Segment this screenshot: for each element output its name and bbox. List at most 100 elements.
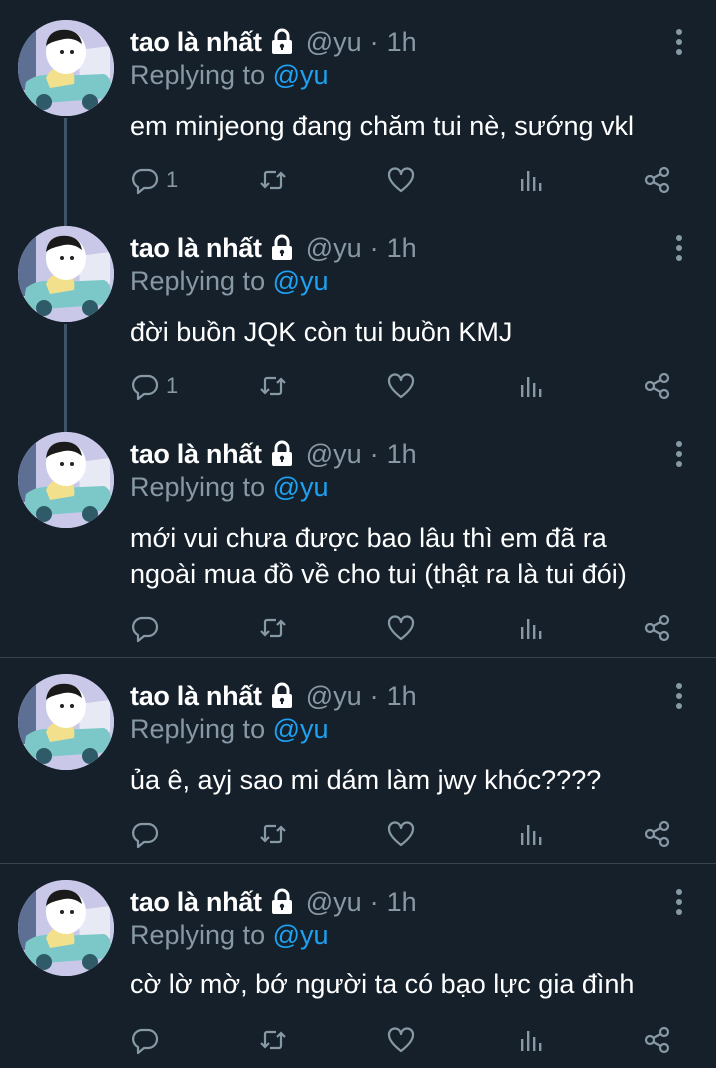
replying-to: Replying to @yu [130, 714, 329, 745]
share-button[interactable] [642, 370, 672, 402]
tweet-text: đời buồn JQK còn tui buồn KMJ [130, 317, 513, 347]
replying-to: Replying to @yu [130, 60, 329, 91]
separator: · [369, 438, 379, 469]
handle[interactable]: @yu [306, 27, 362, 58]
retweet-button[interactable] [258, 1024, 288, 1056]
reply-mention-link[interactable]: @yu [273, 60, 329, 90]
avatar[interactable] [18, 226, 114, 322]
share-button[interactable] [642, 612, 672, 644]
tweet-header: tao là nhất @yu · 1h [130, 678, 417, 714]
like-icon [386, 165, 416, 195]
tweet[interactable]: tao là nhất @yu · 1h Replying to @yu mới… [0, 412, 716, 657]
replying-label: Replying to [130, 920, 266, 950]
lock-icon [268, 440, 296, 468]
retweet-button[interactable] [258, 164, 288, 196]
more-vertical-icon[interactable] [668, 886, 690, 918]
share-icon [642, 165, 672, 195]
tweet[interactable]: tao là nhất @yu · 1h Replying to @yu ủa … [0, 658, 716, 863]
share-icon [642, 819, 672, 849]
retweet-button[interactable] [258, 818, 288, 850]
retweet-icon [258, 165, 288, 195]
retweet-button[interactable] [258, 370, 288, 402]
reply-button[interactable] [130, 818, 166, 850]
analytics-button[interactable] [516, 1024, 546, 1056]
like-button[interactable] [386, 612, 416, 644]
timestamp[interactable]: 1h [387, 887, 417, 918]
timestamp[interactable]: 1h [387, 233, 417, 264]
avatar[interactable] [18, 880, 114, 976]
retweet-icon [258, 371, 288, 401]
share-button[interactable] [642, 1024, 672, 1056]
analytics-icon [516, 1025, 546, 1055]
separator: · [369, 232, 379, 263]
analytics-button[interactable] [516, 164, 546, 196]
share-button[interactable] [642, 164, 672, 196]
lock-icon [268, 234, 296, 262]
tweet-actions [130, 818, 690, 850]
reply-count: 1 [166, 167, 179, 192]
handle[interactable]: @yu [306, 681, 362, 712]
share-icon [642, 613, 672, 643]
more-vertical-icon[interactable] [668, 26, 690, 58]
replying-label: Replying to [130, 472, 266, 502]
like-button[interactable] [386, 370, 416, 402]
handle[interactable]: @yu [306, 439, 362, 470]
avatar[interactable] [18, 432, 114, 528]
reply-mention-link[interactable]: @yu [273, 714, 329, 744]
separator: · [369, 680, 379, 711]
like-icon [386, 819, 416, 849]
share-button[interactable] [642, 818, 672, 850]
avatar[interactable] [18, 20, 114, 116]
avatar[interactable] [18, 674, 114, 770]
more-vertical-icon[interactable] [668, 438, 690, 470]
share-icon [642, 1025, 672, 1055]
reply-mention-link[interactable]: @yu [273, 920, 329, 950]
reply-button[interactable]: 1 [130, 370, 178, 402]
tweet[interactable]: tao là nhất @yu · 1h Replying to @yu em … [0, 0, 716, 226]
replying-label: Replying to [130, 714, 266, 744]
tweet-header: tao là nhất @yu · 1h [130, 436, 417, 472]
reply-mention-link[interactable]: @yu [273, 266, 329, 296]
display-name[interactable]: tao là nhất [130, 27, 262, 58]
like-button[interactable] [386, 164, 416, 196]
display-name[interactable]: tao là nhất [130, 233, 262, 264]
like-button[interactable] [386, 818, 416, 850]
lock-icon [268, 682, 296, 710]
tweet-text-line: ngoài mua đồ về cho tui (thật ra là tui … [130, 559, 627, 589]
retweet-icon [258, 819, 288, 849]
display-name[interactable]: tao là nhất [130, 887, 262, 918]
like-icon [386, 371, 416, 401]
reply-button[interactable] [130, 1024, 166, 1056]
timestamp[interactable]: 1h [387, 681, 417, 712]
reply-mention-link[interactable]: @yu [273, 472, 329, 502]
like-button[interactable] [386, 1024, 416, 1056]
tweet-header: tao là nhất @yu · 1h [130, 230, 417, 266]
lock-icon [268, 888, 296, 916]
display-name[interactable]: tao là nhất [130, 439, 262, 470]
analytics-button[interactable] [516, 818, 546, 850]
tweet[interactable]: tao là nhất @yu · 1h Replying to @yu đời… [0, 206, 716, 432]
analytics-button[interactable] [516, 612, 546, 644]
handle[interactable]: @yu [306, 233, 362, 264]
lock-icon [268, 28, 296, 56]
more-vertical-icon[interactable] [668, 232, 690, 264]
timestamp[interactable]: 1h [387, 27, 417, 58]
tweet-actions [130, 1024, 690, 1056]
tweet-text: em minjeong đang chăm tui nè, sướng vkl [130, 111, 635, 141]
tweet-header: tao là nhất @yu · 1h [130, 24, 417, 60]
timestamp[interactable]: 1h [387, 439, 417, 470]
like-icon [386, 1025, 416, 1055]
tweet-text: ủa ê, ayj sao mi dám làm jwy khóc???? [130, 765, 602, 795]
analytics-button[interactable] [516, 370, 546, 402]
reply-icon [130, 371, 160, 401]
reply-button[interactable]: 1 [130, 164, 178, 196]
tweet-actions: 1 [130, 370, 690, 402]
retweet-button[interactable] [258, 612, 288, 644]
reply-button[interactable] [130, 612, 166, 644]
tweet[interactable]: tao là nhất @yu · 1h Replying to @yu cờ … [0, 864, 716, 1068]
reply-icon [130, 819, 160, 849]
handle[interactable]: @yu [306, 887, 362, 918]
tweet-text: mới vui chưa được bao lâu thì em đã ra n… [130, 520, 690, 592]
more-vertical-icon[interactable] [668, 680, 690, 712]
display-name[interactable]: tao là nhất [130, 681, 262, 712]
